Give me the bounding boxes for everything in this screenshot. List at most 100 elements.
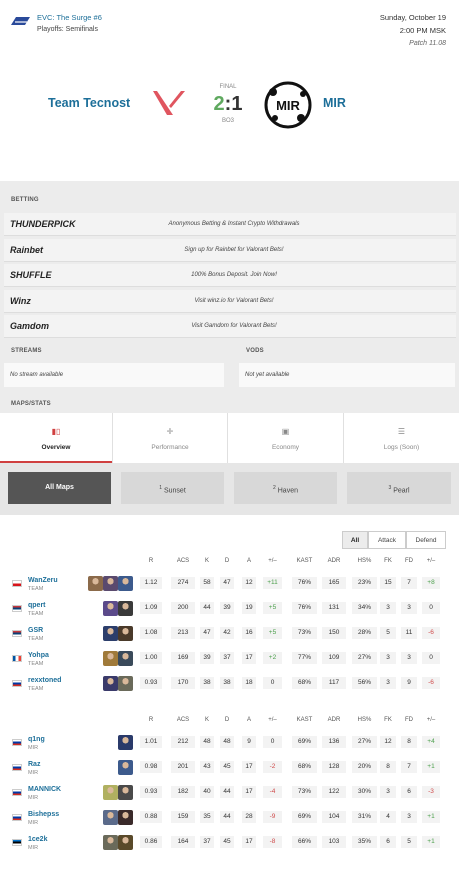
- tab-logs[interactable]: ☰ Logs (Soon): [344, 413, 459, 463]
- stat-fkd: -3: [422, 786, 440, 798]
- stat-a: 18: [242, 677, 256, 689]
- player-name[interactable]: WanZeru: [28, 577, 58, 584]
- player-row: qpert TEAM 1.09 200 44 39 19 +5 76% 131 34% 3 3 0: [0, 599, 459, 624]
- map-all-maps[interactable]: All Maps: [8, 472, 111, 504]
- stat-adr: 136: [322, 736, 346, 748]
- agent-portrait-icon[interactable]: [103, 810, 118, 825]
- player-row: rexxtoned TEAM 0.93 170 38 38 18 0 68% 117 56% 3 9 -6: [0, 674, 459, 699]
- team2-logo[interactable]: MIR: [263, 80, 313, 130]
- agent-portrait-icon[interactable]: [103, 676, 118, 691]
- agent-portrait-icon[interactable]: [118, 601, 133, 616]
- agent-portrait-icon[interactable]: [103, 651, 118, 666]
- betting-row[interactable]: SHUFFLE 100% Bonus Deposit. Join Now!: [4, 264, 456, 287]
- stat-fkd: 0: [422, 602, 440, 614]
- player-name[interactable]: rexxtoned: [28, 677, 61, 684]
- match-format: BO3: [221, 118, 234, 124]
- stat-adr: 109: [322, 652, 346, 664]
- map-pearl[interactable]: 3 Pearl: [347, 472, 451, 504]
- stat-d: 44: [220, 811, 234, 823]
- agent-portrait-icon[interactable]: [103, 576, 118, 591]
- column-header[interactable]: K: [196, 558, 218, 564]
- stat-r: 0.93: [140, 677, 162, 689]
- map-haven[interactable]: 2 Haven: [234, 472, 337, 504]
- agent-portrait-icon[interactable]: [118, 785, 133, 800]
- event-title[interactable]: EVC: The Surge #6: [37, 13, 102, 22]
- agent-portrait-icon[interactable]: [118, 676, 133, 691]
- team1-name[interactable]: Team Tecnost: [48, 96, 130, 110]
- filter-defend[interactable]: Defend: [406, 531, 446, 549]
- betting-row[interactable]: Winz Visit winz.io for Valorant Bets!: [4, 289, 456, 313]
- stat-fk: 12: [380, 736, 396, 748]
- tab-overview[interactable]: ▮▯ Overview: [0, 413, 113, 463]
- player-name[interactable]: Raz: [28, 761, 40, 768]
- agent-portrait-icon[interactable]: [118, 835, 133, 850]
- agent-portrait-icon[interactable]: [103, 626, 118, 641]
- tab-economy[interactable]: ▣ Economy: [228, 413, 344, 463]
- agent-portrait-icon[interactable]: [103, 835, 118, 850]
- agent-portrait-icon[interactable]: [103, 785, 118, 800]
- betting-row[interactable]: THUNDERPICK Anonymous Betting & Instant C…: [4, 213, 456, 236]
- player-name[interactable]: GSR: [28, 627, 43, 634]
- column-header[interactable]: KAST: [288, 558, 321, 564]
- streams-label: STREAMS: [11, 348, 42, 354]
- stat-kast: 76%: [292, 602, 317, 614]
- stat-adr: 122: [322, 786, 346, 798]
- column-header[interactable]: ADR: [318, 717, 350, 723]
- column-header[interactable]: D: [216, 558, 238, 564]
- filter-all[interactable]: All: [342, 531, 368, 549]
- betting-row[interactable]: Gamdom Visit Gamdom for Valorant Bets!: [4, 315, 456, 338]
- column-header[interactable]: ACS: [167, 717, 199, 723]
- betting-logo: Winz: [10, 295, 31, 306]
- column-header[interactable]: +/–: [418, 558, 444, 564]
- stat-a: 17: [242, 761, 256, 773]
- stat-fk: 6: [380, 836, 396, 848]
- country-flag-icon: [12, 580, 22, 587]
- column-header[interactable]: K: [196, 717, 218, 723]
- player-name[interactable]: q1ng: [28, 736, 45, 743]
- team2-name[interactable]: MIR: [323, 96, 346, 110]
- player-name[interactable]: Yohpa: [28, 652, 49, 659]
- column-header[interactable]: ACS: [167, 558, 199, 564]
- agent-portrait-icon[interactable]: [118, 651, 133, 666]
- stat-d: 45: [220, 836, 234, 848]
- agent-portrait-icon[interactable]: [103, 601, 118, 616]
- map-sunset[interactable]: 1 Sunset: [121, 472, 224, 504]
- player-team: MIR: [28, 795, 39, 801]
- player-name[interactable]: MANNICK: [28, 786, 61, 793]
- player-name[interactable]: qpert: [28, 602, 46, 609]
- team1-logo[interactable]: [151, 88, 189, 118]
- column-header[interactable]: D: [216, 717, 238, 723]
- column-header[interactable]: KAST: [288, 717, 321, 723]
- stat-adr: 131: [322, 602, 346, 614]
- player-name[interactable]: 1ce2k: [28, 836, 47, 843]
- column-header[interactable]: +/–: [259, 717, 286, 723]
- stat-fd: 3: [401, 602, 417, 614]
- betting-row[interactable]: Rainbet Sign up for Rainbet for Valorant …: [4, 238, 456, 262]
- stat-r: 1.01: [140, 736, 162, 748]
- filter-attack[interactable]: Attack: [368, 531, 406, 549]
- tab-performance[interactable]: ✛ Performance: [113, 413, 228, 463]
- column-header[interactable]: R: [136, 717, 166, 723]
- stat-kast: 69%: [292, 811, 317, 823]
- stat-fkd: -6: [422, 677, 440, 689]
- column-header[interactable]: +/–: [259, 558, 286, 564]
- column-header[interactable]: A: [238, 717, 260, 723]
- betting-logo: THUNDERPICK: [10, 219, 76, 229]
- player-row: MANNICK MIR 0.93 182 40 44 17 -4 73% 122 30% 3 6 -3: [0, 783, 459, 808]
- stat-k: 44: [200, 602, 214, 614]
- agent-portrait-icon[interactable]: [118, 760, 133, 775]
- agent-portrait-icon[interactable]: [118, 735, 133, 750]
- column-header[interactable]: A: [238, 558, 260, 564]
- agent-portrait-icon[interactable]: [118, 626, 133, 641]
- bar-chart-icon: ▮▯: [51, 427, 61, 436]
- player-name[interactable]: Bishepss: [28, 811, 59, 818]
- column-header[interactable]: +/–: [418, 717, 444, 723]
- agent-portrait-icon[interactable]: [88, 576, 103, 591]
- agent-portrait-icon[interactable]: [118, 576, 133, 591]
- stat-acs: 212: [171, 736, 195, 748]
- player-team: TEAM: [28, 611, 44, 617]
- agent-portrait-icon[interactable]: [118, 810, 133, 825]
- column-header[interactable]: R: [136, 558, 166, 564]
- event-logo-icon[interactable]: [10, 15, 32, 27]
- column-header[interactable]: ADR: [318, 558, 350, 564]
